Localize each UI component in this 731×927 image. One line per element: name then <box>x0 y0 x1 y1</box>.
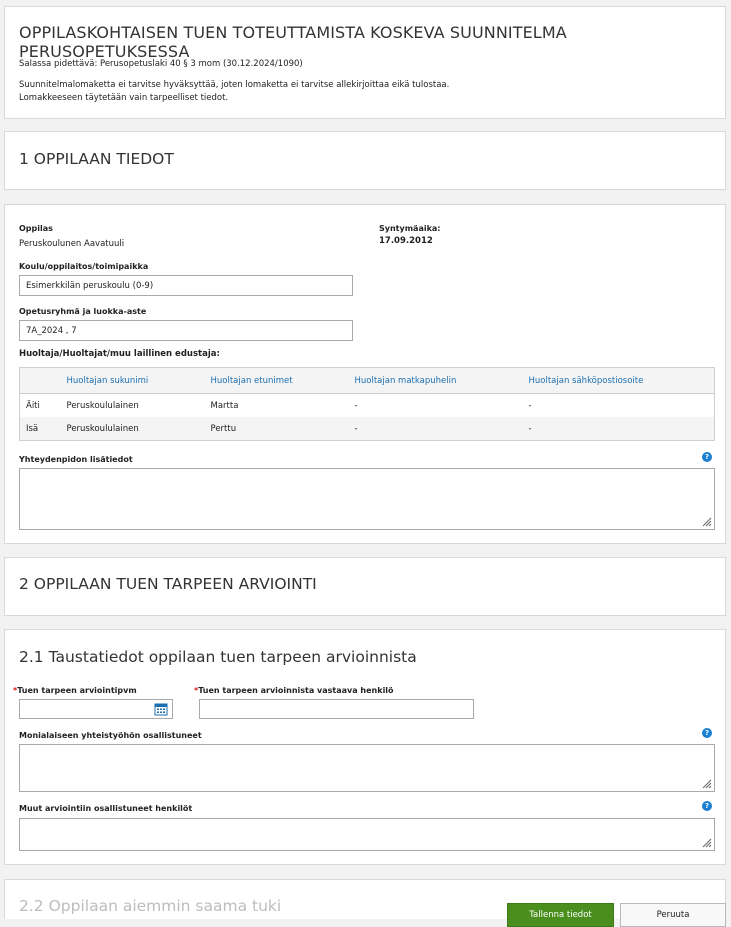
form-note-line2: Lomakkeeseen täytetään vain tarpeelliset… <box>19 93 229 103</box>
responsible-person-label: *Tuen tarpeen arvioinnista vastaava henk… <box>194 686 394 695</box>
multi-professional-textarea[interactable] <box>19 744 715 792</box>
column-header-surname[interactable]: Huoltajan sukunimi <box>60 367 205 394</box>
other-participants-textarea[interactable] <box>19 818 715 851</box>
table-row: Isä Peruskoululainen Perttu - - <box>19 417 715 441</box>
cell-firstnames: Perttu <box>204 417 349 441</box>
cell-surname: Peruskoululainen <box>66 400 139 411</box>
group-label: Opetusryhmä ja luokka-aste <box>19 307 147 316</box>
birth-date-label: Syntymäaika: <box>379 224 441 233</box>
page-title: OPPILASKOHTAISEN TUEN TOTEUTTAMISTA KOSK… <box>19 23 567 61</box>
cell-email: - <box>528 400 532 411</box>
section2-header-panel: 2 OPPILAAN TUEN TARPEEN ARVIOINTI <box>4 557 726 616</box>
contact-info-textarea[interactable] <box>19 468 715 530</box>
section1-title: 1 OPPILAAN TIEDOT <box>19 150 174 168</box>
cell-email: - <box>522 417 715 441</box>
header-panel: OPPILASKOHTAISEN TUEN TOTEUTTAMISTA KOSK… <box>4 6 726 119</box>
help-icon[interactable]: ? <box>702 801 712 811</box>
section21-title: 2.1 Taustatiedot oppilaan tuen tarpeen a… <box>19 648 417 666</box>
column-header-phone[interactable]: Huoltajan matkapuhelin <box>348 367 523 394</box>
cell-phone: - <box>354 400 358 411</box>
cell-relation: Äiti <box>26 400 40 411</box>
calendar-icon[interactable] <box>154 702 168 716</box>
section21-panel: 2.1 Taustatiedot oppilaan tuen tarpeen a… <box>4 629 726 865</box>
guardians-table-header: Huoltajan sukunimi Huoltajan etunimet Hu… <box>19 367 715 394</box>
cancel-button[interactable]: Peruuta <box>620 903 726 927</box>
column-header-firstnames[interactable]: Huoltajan etunimet <box>204 367 349 394</box>
contact-info-label: Yhteydenpidon lisätiedot <box>19 455 133 464</box>
multi-professional-label: Monialaiseen yhteistyöhön osallistuneet <box>19 731 202 740</box>
section1-header-panel: 1 OPPILAAN TIEDOT <box>4 131 726 190</box>
resize-handle-icon[interactable] <box>702 838 712 848</box>
school-field[interactable]: Esimerkkilän peruskoulu (0-9) <box>19 275 353 296</box>
help-icon[interactable]: ? <box>702 452 712 462</box>
section2-title: 2 OPPILAAN TUEN TARPEEN ARVIOINTI <box>19 575 317 593</box>
column-header-relation <box>19 367 61 394</box>
table-row: Äiti Peruskoululainen Martta - - <box>20 394 715 418</box>
responsible-person-input[interactable] <box>199 699 474 719</box>
section22-panel: 2.2 Oppilaan aiemmin saama tuki <box>4 879 726 919</box>
student-name: Peruskoulunen Aavatuuli <box>19 239 125 249</box>
birth-date-value: 17.09.2012 <box>379 236 433 246</box>
student-info-panel: Oppilas Peruskoulunen Aavatuuli Syntymäa… <box>4 204 726 544</box>
help-icon[interactable]: ? <box>702 728 712 738</box>
resize-handle-icon[interactable] <box>702 779 712 789</box>
form-note-line1: Suunnitelmalomaketta ei tarvitse hyväksy… <box>19 80 450 90</box>
other-participants-label: Muut arviointiin osallistuneet henkilöt <box>19 804 193 813</box>
student-label: Oppilas <box>19 224 53 233</box>
assessment-date-label: *Tuen tarpeen arviointipvm <box>13 686 137 695</box>
cell-firstnames: Martta <box>210 400 239 411</box>
column-header-email[interactable]: Huoltajan sähköpostiosoite <box>522 367 715 394</box>
section22-title: 2.2 Oppilaan aiemmin saama tuki <box>19 897 282 915</box>
save-button[interactable]: Tallenna tiedot <box>507 903 614 927</box>
group-field[interactable]: 7A_2024 , 7 <box>19 320 353 341</box>
guardians-label: Huoltaja/Huoltajat/muu laillinen edustaj… <box>19 349 220 359</box>
school-label: Koulu/oppilaitos/toimipaikka <box>19 262 149 271</box>
assessment-date-input[interactable] <box>19 699 173 719</box>
cell-relation: Isä <box>19 417 61 441</box>
cell-phone: - <box>348 417 523 441</box>
school-value: Esimerkkilän peruskoulu (0-9) <box>26 280 154 291</box>
guardians-table: Huoltajan sukunimi Huoltajan etunimet Hu… <box>19 367 715 441</box>
group-value: 7A_2024 , 7 <box>26 325 77 336</box>
confidential-note: Salassa pidettävä: Perusopetuslaki 40 § … <box>19 59 303 69</box>
resize-handle-icon[interactable] <box>702 517 712 527</box>
cell-surname: Peruskoululainen <box>60 417 205 441</box>
